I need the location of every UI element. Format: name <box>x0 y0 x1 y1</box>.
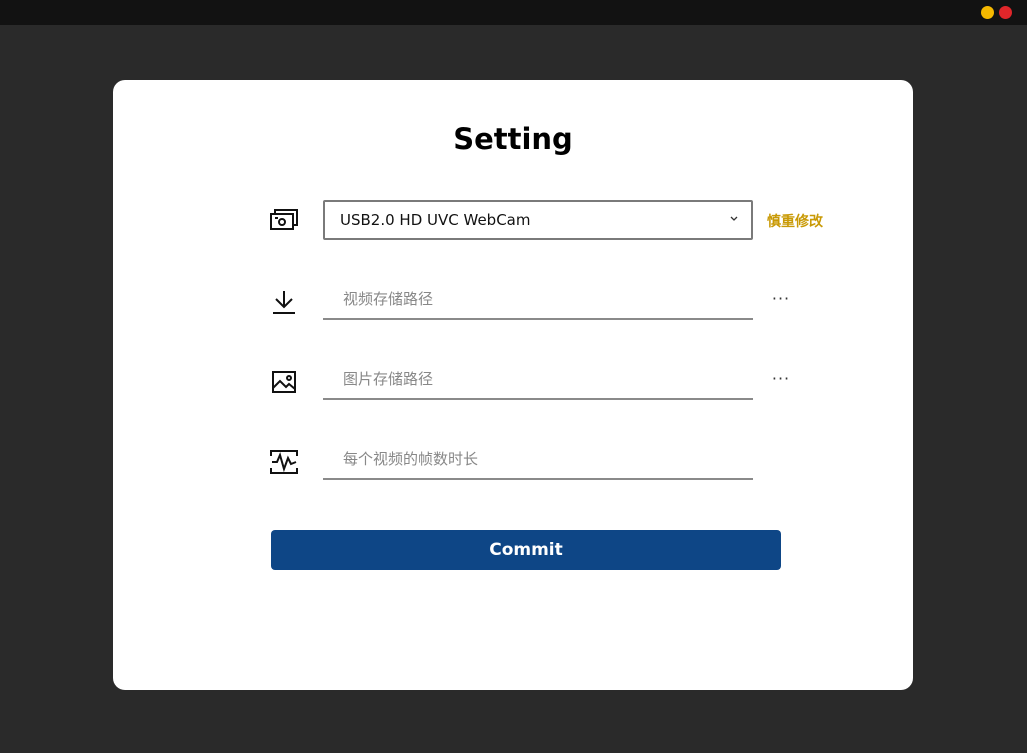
waveform-icon <box>268 446 300 478</box>
image-icon <box>268 366 300 398</box>
browse-image-path-button[interactable]: ··· <box>769 371 793 392</box>
camera-select-value: USB2.0 HD UVC WebCam <box>340 211 531 229</box>
commit-button[interactable]: Commit <box>271 530 781 570</box>
title-bar <box>0 0 1027 25</box>
browse-video-path-button[interactable]: ··· <box>769 291 793 312</box>
image-path-input[interactable] <box>323 360 753 400</box>
download-icon <box>268 286 300 318</box>
settings-card: Setting USB2.0 HD UVC WebCam 慎重修改 视频存储路径… <box>113 80 913 690</box>
video-path-input[interactable] <box>323 280 753 320</box>
close-button[interactable] <box>999 6 1012 19</box>
app-window: Setting USB2.0 HD UVC WebCam 慎重修改 视频存储路径… <box>0 0 1027 753</box>
camera-select[interactable]: USB2.0 HD UVC WebCam <box>323 200 753 240</box>
frame-duration-input[interactable] <box>323 440 753 480</box>
camera-icon <box>268 204 300 236</box>
modify-warning-link[interactable]: 慎重修改 <box>767 211 823 231</box>
page-title: Setting <box>453 122 573 156</box>
chevron-down-icon <box>729 212 739 226</box>
minimize-button[interactable] <box>981 6 994 19</box>
